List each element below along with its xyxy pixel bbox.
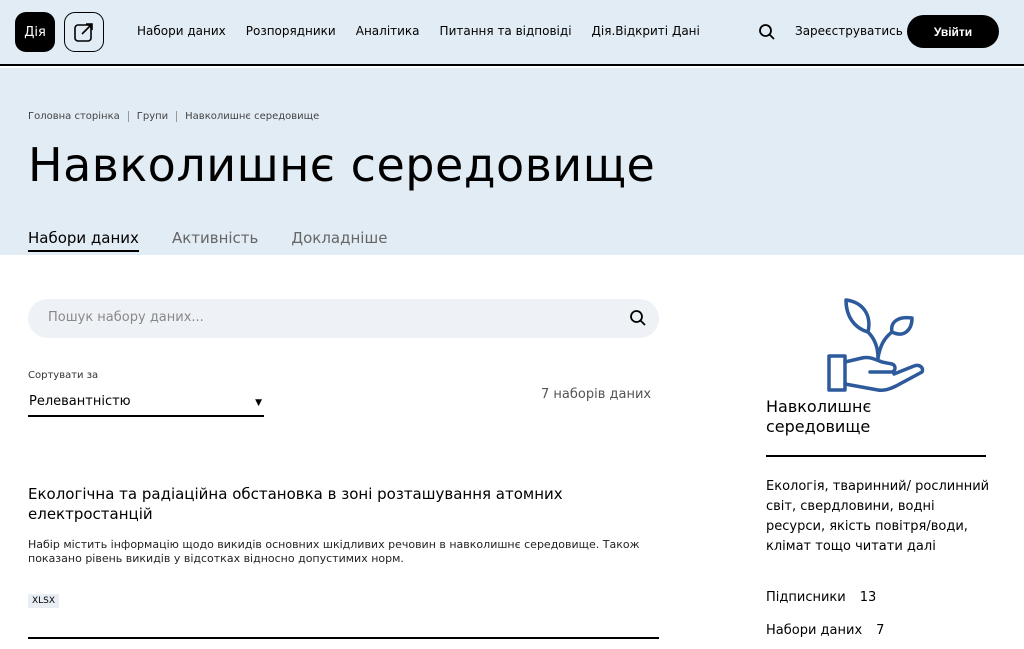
sort-value: Релевантністю [29, 394, 131, 409]
datasets-stat: Набори даних 7 [766, 623, 884, 638]
nav-datasets[interactable]: Набори даних [137, 24, 226, 38]
sort-label: Сортувати за [28, 370, 99, 381]
datasets-value: 7 [876, 623, 885, 638]
search-submit-icon[interactable] [629, 309, 647, 327]
sort-select[interactable]: Релевантністю ▼ [28, 391, 264, 417]
tab-activity[interactable]: Активність [172, 229, 258, 252]
tab-datasets[interactable]: Набори даних [28, 229, 139, 252]
group-hero: Головна сторінка Групи Навколишнє середо… [0, 68, 1024, 255]
format-badge[interactable]: XLSX [28, 594, 60, 608]
subscribers-stat: Підписники 13 [766, 590, 876, 605]
nav-open-data[interactable]: Дія.Відкриті Дані [592, 24, 700, 38]
external-link-icon[interactable] [64, 12, 104, 52]
divider [766, 455, 986, 457]
login-button[interactable]: Увійти [907, 15, 999, 48]
plant-hand-icon [827, 298, 925, 392]
diia-logo[interactable]: Дія [15, 12, 55, 52]
register-link[interactable]: Зареєструватись [795, 24, 903, 38]
results-count: 7 наборів даних [541, 387, 652, 402]
tab-details[interactable]: Докладніше [291, 229, 387, 252]
search-icon[interactable] [758, 23, 776, 41]
breadcrumb: Головна сторінка Групи Навколишнє середо… [28, 111, 319, 122]
breadcrumb-current: Навколишнє середовище [185, 111, 320, 122]
group-tabs: Набори даних Активність Докладніше [28, 229, 420, 252]
main-nav: Набори даних Розпорядники Аналітика Пита… [137, 24, 720, 38]
nav-managers[interactable]: Розпорядники [246, 24, 336, 38]
dataset-item: Екологічна та радіаційна обстановка в зо… [28, 484, 659, 639]
breadcrumb-groups[interactable]: Групи [137, 111, 168, 122]
dataset-search [28, 299, 659, 338]
nav-faq[interactable]: Питання та відповіді [440, 24, 572, 38]
breadcrumb-separator [176, 111, 178, 122]
breadcrumb-separator [127, 111, 129, 122]
dataset-description: Набір містить інформацію щодо викидів ос… [28, 538, 640, 565]
breadcrumb-home[interactable]: Головна сторінка [28, 111, 120, 122]
subscribers-label: Підписники [766, 590, 846, 605]
nav-analytics[interactable]: Аналітика [356, 24, 420, 38]
caret-down-icon: ▼ [255, 398, 262, 408]
site-header: Дія Набори даних Розпорядники Аналітика … [0, 0, 1024, 66]
dataset-title[interactable]: Екологічна та радіаційна обстановка в зо… [28, 484, 628, 524]
search-input[interactable] [48, 310, 608, 325]
subscribers-value: 13 [859, 590, 877, 605]
datasets-label: Набори даних [766, 623, 863, 638]
sidebar-group-title: Навколишнє середовище [766, 397, 872, 436]
sidebar-group-description: Екологія, тваринний/ рослинний світ, све… [766, 479, 990, 554]
page-title: Навколишнє середовище [28, 138, 656, 192]
